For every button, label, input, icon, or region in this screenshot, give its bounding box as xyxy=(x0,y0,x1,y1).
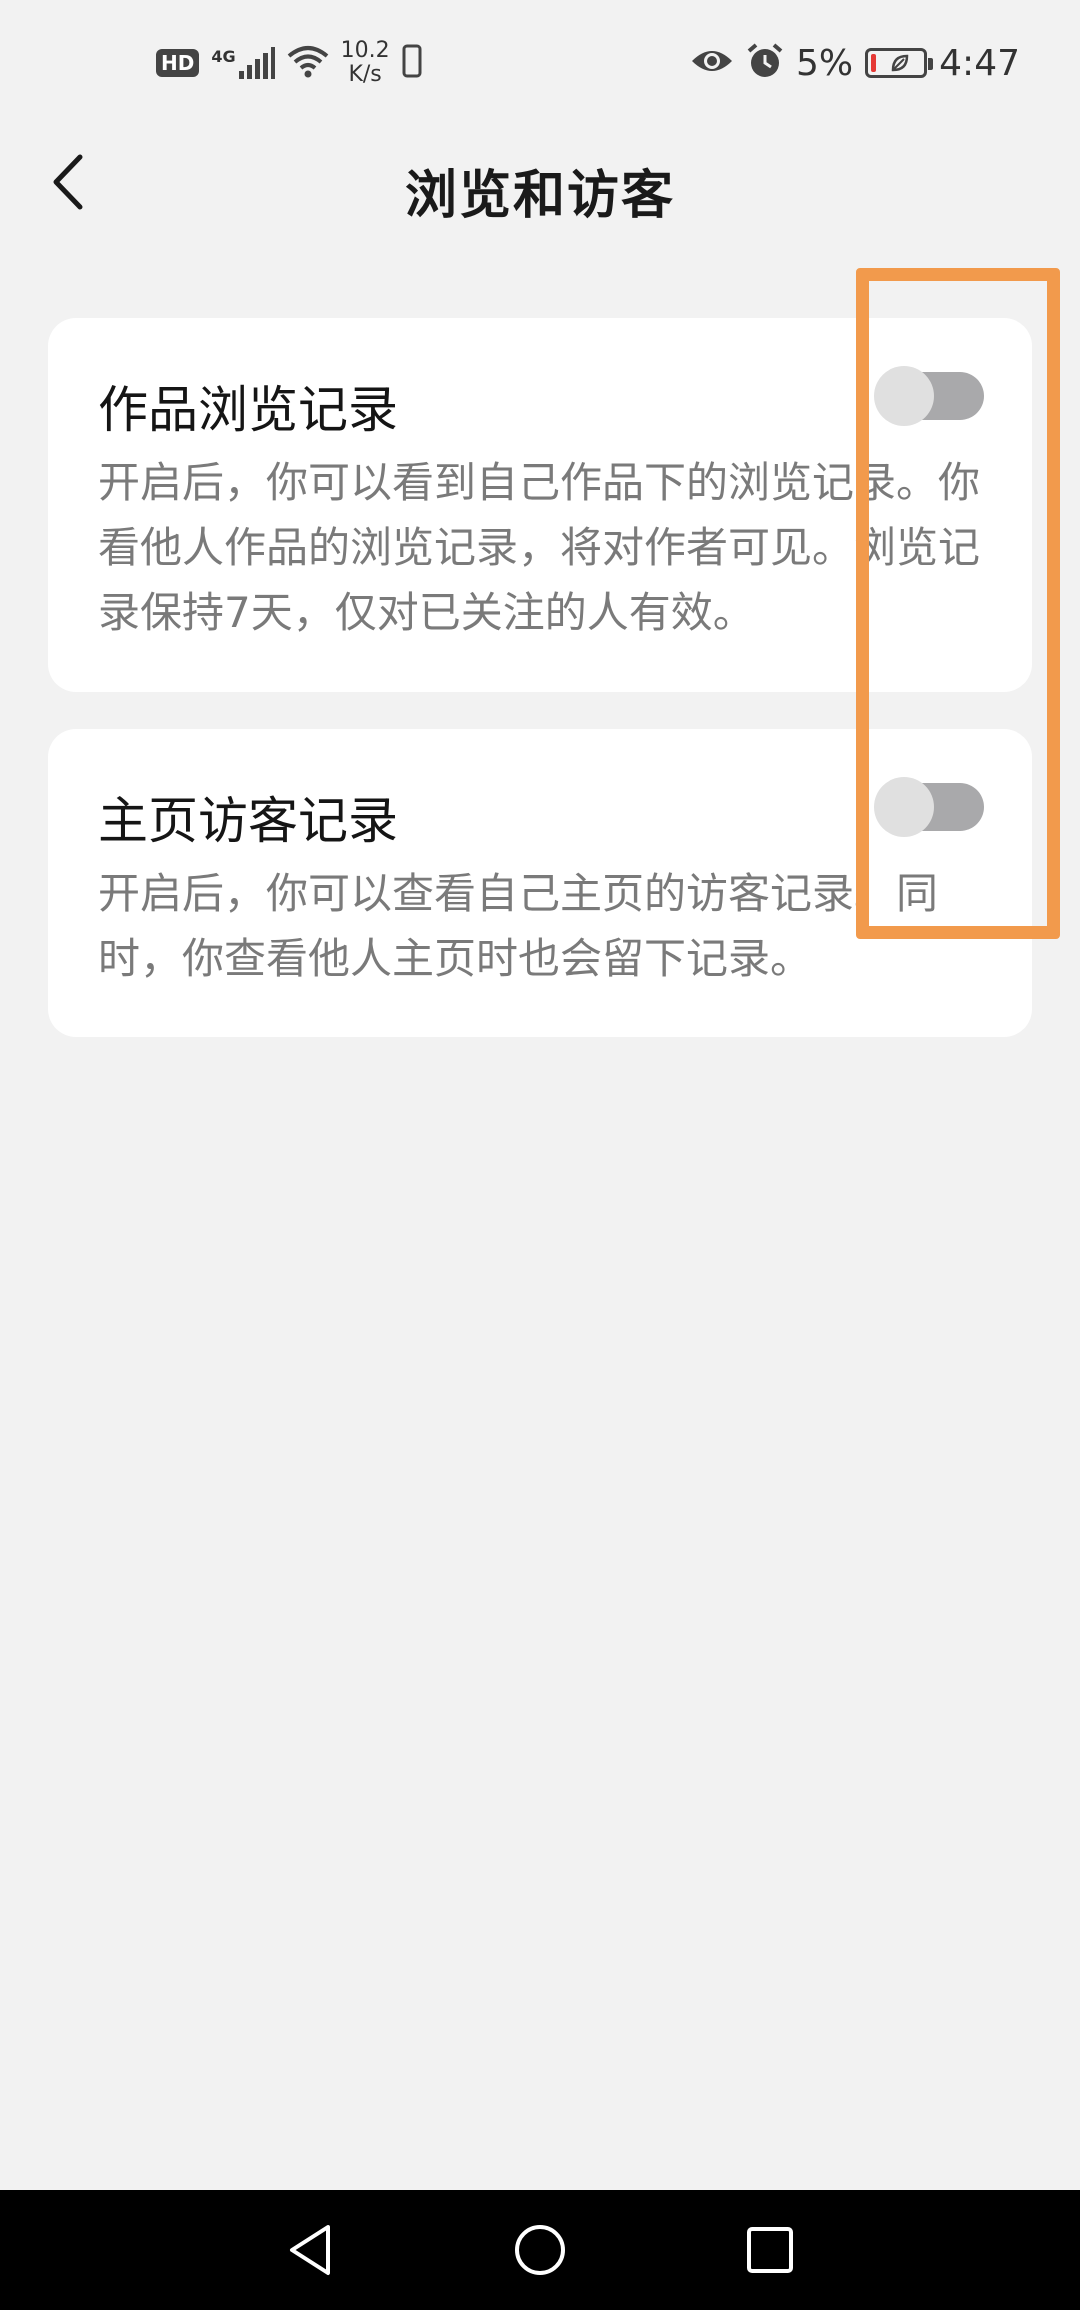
eye-icon xyxy=(690,46,734,80)
square-recent-icon xyxy=(747,2227,793,2273)
setting-description: 开启后，你可以看到自己作品下的浏览记录。你看他人作品的浏览记录，将对作者可见。浏… xyxy=(98,458,981,637)
status-right: 5% 4:47 xyxy=(690,38,1020,88)
net-speed-unit: K/s xyxy=(348,62,382,87)
status-left: HD 4G 10.2 K/s xyxy=(156,38,422,88)
toggle-knob xyxy=(874,366,934,426)
page-title: 浏览和访客 xyxy=(404,166,675,226)
wifi-icon xyxy=(287,44,329,82)
battery-level xyxy=(871,54,877,72)
alarm-icon xyxy=(746,42,784,84)
homepage-visitor-history-toggle[interactable] xyxy=(874,777,984,837)
battery-percent: 5% xyxy=(796,42,854,84)
phone-icon xyxy=(402,44,422,82)
setting-title: 主页访客记录 xyxy=(98,792,398,850)
leaf-icon xyxy=(891,54,909,72)
setting-card-work-view-history: 作品浏览记录 开启后，你可以看到自己作品下的浏览记录。你看他人作品的浏览记录，将… xyxy=(48,318,1032,692)
status-bar: HD 4G 10.2 K/s 5% 4:47 xyxy=(0,0,1080,125)
work-view-history-toggle[interactable] xyxy=(874,366,984,426)
toggle-knob xyxy=(874,777,934,837)
system-nav-bar xyxy=(0,2190,1080,2310)
network-type: 4G xyxy=(211,47,236,66)
signal-icon: 4G xyxy=(211,47,275,79)
hd-badge: HD xyxy=(156,49,200,77)
nav-back-button[interactable] xyxy=(270,2215,350,2285)
battery-icon xyxy=(865,48,934,78)
setting-description: 开启后，你可以查看自己主页的访客记录。同时，你查看他人主页时也会留下记录。 xyxy=(98,869,939,983)
nav-home-button[interactable] xyxy=(500,2215,580,2285)
setting-title: 作品浏览记录 xyxy=(98,381,398,439)
triangle-back-icon xyxy=(290,2225,330,2275)
circle-home-icon xyxy=(515,2225,565,2275)
clock: 4:47 xyxy=(939,42,1020,84)
nav-recent-button[interactable] xyxy=(730,2215,810,2285)
network-speed: 10.2 K/s xyxy=(341,39,390,87)
setting-card-homepage-visitor-history: 主页访客记录 开启后，你可以查看自己主页的访客记录。同时，你查看他人主页时也会留… xyxy=(48,729,1032,1037)
header: 浏览和访客 xyxy=(0,125,1080,240)
net-speed-value: 10.2 xyxy=(340,38,390,63)
